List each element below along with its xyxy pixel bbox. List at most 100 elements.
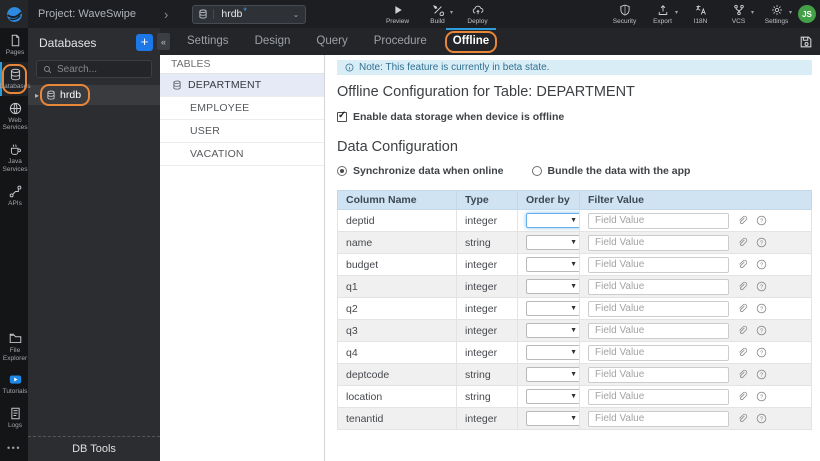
save-button[interactable] [799,35,813,49]
filter-value-input[interactable] [588,300,729,317]
tab-design[interactable]: Design [242,28,304,55]
sidebar-item-tutorials[interactable]: Tutorials [0,367,28,401]
i18n-button[interactable]: I18N [685,0,716,25]
help-icon[interactable]: ? [756,259,767,270]
database-item-hrdb[interactable]: ▸ hrdb [28,84,160,106]
db-tools-button[interactable]: DB Tools [28,436,160,461]
info-icon [345,63,354,72]
sidebar-item-apis[interactable]: APIs [0,179,28,213]
sidebar-item-java-services[interactable]: Java Services [0,137,28,179]
table-item-user[interactable]: USER [160,120,324,143]
order-by-select[interactable]: ▼ [526,367,582,382]
sidebar-item-logs[interactable]: Logs [0,401,28,435]
bind-link-icon[interactable] [737,237,748,248]
filter-value-input[interactable] [588,344,729,361]
caret-down-icon: ▾ [449,10,453,16]
caret-down-icon: ▼ [570,371,577,378]
help-icon[interactable]: ? [756,215,767,226]
export-button[interactable]: ▾ Export [647,0,678,25]
filter-value-input[interactable] [588,388,729,405]
page-title: Offline Configuration for Table: DEPARTM… [337,84,635,100]
security-button[interactable]: Security [609,0,640,25]
tab-settings[interactable]: Settings [174,28,242,55]
help-icon[interactable]: ? [756,391,767,402]
order-by-select[interactable]: ▼ [526,257,582,272]
tab-procedure[interactable]: Procedure [361,28,440,55]
help-icon[interactable]: ? [756,325,767,336]
sidebar-item-label: Tutorials [2,388,28,396]
order-by-select[interactable]: ▼ [526,389,582,404]
sync-option-label: Synchronize data when online [353,165,504,177]
table-item-department[interactable]: DEPARTMENT [160,74,324,97]
bind-link-icon[interactable] [737,325,748,336]
enable-storage-checkbox[interactable]: Enable data storage when device is offli… [337,110,564,123]
filter-value-input[interactable] [588,278,729,295]
sync-options: Synchronize data when online Bundle the d… [337,165,812,177]
filter-value-input[interactable] [588,322,729,339]
order-by-select[interactable]: ▼ [526,345,582,360]
bind-link-icon[interactable] [737,369,748,380]
settings-button[interactable]: ▾ Settings [761,0,792,25]
tree-expand-icon[interactable]: ▸ [35,91,39,100]
filter-value-input[interactable] [588,212,729,229]
order-by-select[interactable]: ▼ [526,213,582,228]
help-icon[interactable]: ? [756,303,767,314]
tab-offline[interactable]: Offline [440,27,502,55]
sync-option-synchronize-data-when-online[interactable]: Synchronize data when online [337,165,504,177]
add-database-button[interactable]: + [136,34,153,51]
database-search-input[interactable] [57,63,145,75]
breadcrumb-chevron-icon: › [164,6,169,22]
caret-down-icon: ▼ [570,393,577,400]
column-row-q3: q3integer ▼? [337,319,812,342]
table-item-vacation[interactable]: VACATION [160,143,324,166]
app-logo[interactable] [0,0,28,28]
table-item-employee[interactable]: EMPLOYEE [160,97,324,120]
bind-link-icon[interactable] [737,413,748,424]
sidebar-item-file-explorer[interactable]: File Explorer [0,326,28,368]
column-name-header: Column Name [337,190,457,210]
help-icon[interactable]: ? [756,347,767,358]
help-icon[interactable]: ? [756,413,767,424]
column-type-cell: integer [456,209,518,232]
collapse-panel-button[interactable]: « [157,33,170,50]
help-icon[interactable]: ? [756,369,767,380]
bind-link-icon[interactable] [737,391,748,402]
sync-option-bundle-the-data-with-the-app[interactable]: Bundle the data with the app [531,165,690,177]
filter-value-header: Filter Value [579,190,812,210]
sidebar-item-web-services[interactable]: Web Services [0,96,28,138]
database-search-box [36,60,152,78]
order-by-select[interactable]: ▼ [526,279,582,294]
filter-value-input[interactable] [588,256,729,273]
caret-down-icon: ▼ [570,305,577,312]
filter-value-input[interactable] [588,366,729,383]
bind-link-icon[interactable] [737,215,748,226]
preview-button[interactable]: Preview [382,0,413,25]
help-icon[interactable]: ? [756,281,767,292]
bind-link-icon[interactable] [737,259,748,270]
order-by-select[interactable]: ▼ [526,301,582,316]
svg-text:?: ? [760,329,764,335]
database-selector-dropdown[interactable]: hrdb * ⌄ [192,4,307,24]
filter-value-input[interactable] [588,234,729,251]
bind-link-icon[interactable] [737,303,748,314]
tab-query[interactable]: Query [303,28,360,55]
help-icon[interactable]: ? [756,237,767,248]
bind-link-icon[interactable] [737,281,748,292]
filter-value-input[interactable] [588,410,729,427]
sidebar-item-label: Databases [0,82,31,90]
vcs-button[interactable]: ▾ VCS [723,0,754,25]
order-by-select[interactable]: ▼ [526,235,582,250]
sidebar-item-databases[interactable]: Databases [0,61,31,96]
svg-text:?: ? [760,219,764,225]
order-by-select[interactable]: ▼ [526,323,582,338]
build-button[interactable]: ▾ Build [422,0,453,25]
sidebar-more-button[interactable]: ••• [0,435,28,461]
bind-link-icon[interactable] [737,347,748,358]
security-icon [619,4,631,16]
user-avatar[interactable]: JS [798,5,816,23]
deploy-button[interactable]: Deploy [462,0,493,25]
order-by-select[interactable]: ▼ [526,411,582,426]
sidebar-item-pages[interactable]: Pages [0,28,28,62]
i18n-icon [695,4,707,16]
